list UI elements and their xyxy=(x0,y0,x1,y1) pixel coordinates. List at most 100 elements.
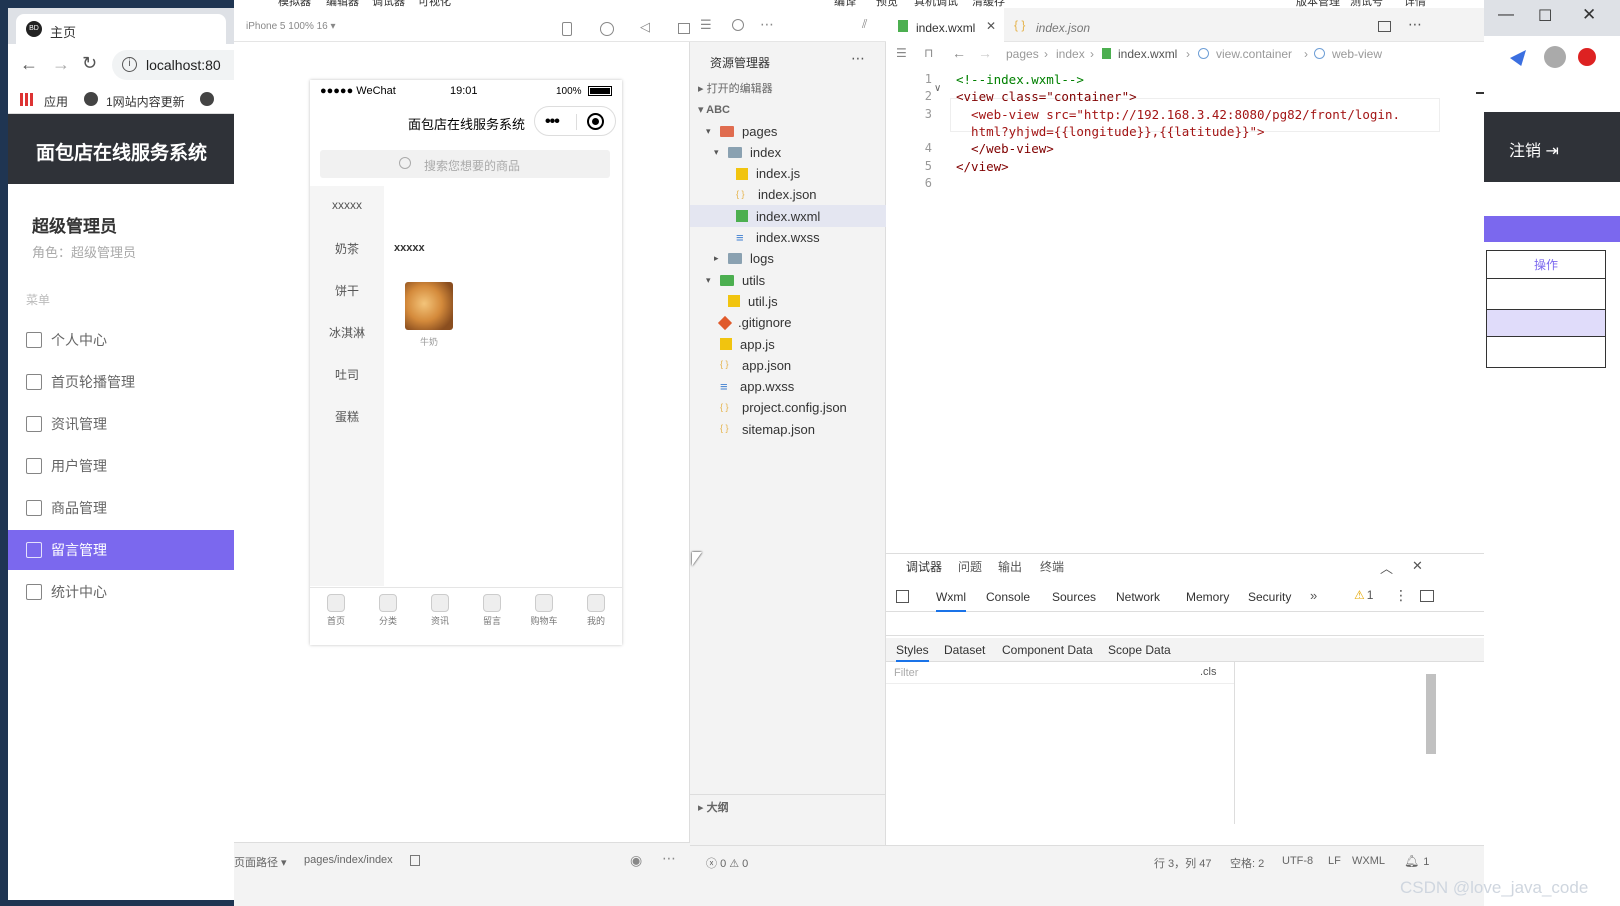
menu-debugger[interactable]: 调试器 xyxy=(372,0,405,8)
more-icon[interactable]: ⋯ xyxy=(662,850,676,867)
eol-setting[interactable]: LF xyxy=(1328,855,1341,867)
more-dots-icon[interactable]: ••• xyxy=(545,113,560,131)
file-tree-item[interactable]: util.js xyxy=(690,290,886,312)
file-tree-item[interactable]: { } sitemap.json xyxy=(690,418,886,440)
code-line[interactable]: <!--index.wxml--> xyxy=(956,72,1084,87)
tab-problems[interactable]: 问题 xyxy=(958,554,982,580)
kebab-icon[interactable]: ⋮ xyxy=(1394,587,1408,604)
tabbar-item[interactable]: 我的 xyxy=(570,588,622,632)
phone-icon[interactable] xyxy=(562,22,572,36)
code-line[interactable]: <view class="container"> xyxy=(956,89,1137,104)
nav-back-icon[interactable]: ← xyxy=(952,45,966,61)
info-icon[interactable]: i xyxy=(122,57,137,72)
menu-clear-cache[interactable]: 清缓存 xyxy=(972,0,1005,8)
sidebar-item[interactable]: 资讯管理 xyxy=(8,404,234,444)
sidebar-item[interactable]: 首页轮播管理 xyxy=(8,362,234,402)
close-icon[interactable]: ✕ xyxy=(1582,5,1596,25)
code-line[interactable]: </web-view> xyxy=(956,141,1054,156)
tree-arrow-icon[interactable]: ▸ xyxy=(714,253,724,264)
tree-arrow-icon[interactable]: ▾ xyxy=(714,147,724,158)
tree-arrow-icon[interactable]: ▾ xyxy=(706,275,716,286)
errors-indicator[interactable]: ⓧ 0 ⚠ 0 xyxy=(706,855,748,871)
back-icon[interactable]: ← xyxy=(20,54,38,75)
profile-avatar[interactable] xyxy=(1544,46,1566,68)
device-select[interactable]: iPhone 5 100% 16 ▾ xyxy=(246,21,336,32)
category-item[interactable]: 冰淇淋 xyxy=(310,324,384,341)
more-tabs-icon[interactable]: » xyxy=(1310,588,1317,603)
window-icon[interactable] xyxy=(678,23,690,34)
file-tree-item[interactable]: { } project.config.json xyxy=(690,397,886,419)
tabbar-item[interactable]: 分类 xyxy=(362,588,414,632)
notification-bell-icon[interactable]: 🔔︎ 1 xyxy=(1404,854,1429,868)
menu-simulator[interactable]: 模拟器 xyxy=(278,0,311,8)
crumb-webview[interactable]: web-view xyxy=(1332,47,1382,61)
tabbar-item[interactable]: 留言 xyxy=(466,588,518,632)
category-item[interactable]: xxxxx xyxy=(310,198,384,212)
open-editors-header[interactable]: ▸ 打开的编辑器 xyxy=(698,80,773,96)
eye-icon[interactable]: ◉ xyxy=(630,852,642,869)
fold-icon[interactable]: ∨ xyxy=(934,83,941,94)
file-tree-item[interactable]: ▾ index xyxy=(690,141,886,163)
capsule-close-icon[interactable] xyxy=(587,113,604,130)
record-icon[interactable] xyxy=(600,22,614,36)
menu-preview[interactable]: 预览 xyxy=(876,0,898,8)
file-tree-item[interactable]: .gitignore xyxy=(690,312,886,334)
devtools-tab[interactable]: Memory xyxy=(1186,590,1229,604)
browser-tab[interactable]: BD 主页 xyxy=(16,14,226,44)
file-tree-item[interactable]: index.wxml xyxy=(690,205,886,228)
file-tree-item[interactable]: ▸ logs xyxy=(690,248,886,270)
menu-editor[interactable]: 编辑器 xyxy=(326,0,359,8)
close-panel-icon[interactable]: ✕ xyxy=(1412,558,1423,574)
copy-icon[interactable] xyxy=(410,855,420,866)
menu-visual[interactable]: 可视化 xyxy=(418,0,451,8)
styles-subtab[interactable]: Scope Data xyxy=(1108,643,1171,657)
search-icon[interactable] xyxy=(732,19,744,31)
styles-subtab[interactable]: Styles xyxy=(896,643,929,662)
tabbar-item[interactable]: 购物车 xyxy=(518,588,570,632)
cls-button[interactable]: .cls xyxy=(1200,666,1217,678)
crumb-pages[interactable]: pages xyxy=(1006,47,1039,61)
file-tree-item[interactable]: ≡ app.wxss xyxy=(690,376,886,398)
bookmark-site[interactable]: 1网站内容更新 xyxy=(106,93,185,110)
minimize-icon[interactable]: — xyxy=(1498,6,1514,24)
page-path-select[interactable]: 页面路径 ▾ xyxy=(234,854,287,870)
more-icon[interactable]: ⋯ xyxy=(760,16,774,33)
sidebar-item[interactable]: 用户管理 xyxy=(8,446,234,486)
encoding-setting[interactable]: UTF-8 xyxy=(1282,855,1313,867)
filter-input[interactable]: Filter .cls xyxy=(886,662,1234,684)
indent-setting[interactable]: 空格: 2 xyxy=(1230,855,1264,871)
editor-more-icon[interactable]: ⋯ xyxy=(1408,16,1422,33)
explorer-more-icon[interactable]: ⋯ xyxy=(851,50,865,67)
language-setting[interactable]: WXML xyxy=(1352,855,1385,867)
sidebar-item[interactable]: 统计中心 xyxy=(8,572,234,612)
styles-subtab[interactable]: Dataset xyxy=(944,643,985,657)
code-line[interactable]: </view> xyxy=(956,159,1009,174)
extension-icon[interactable] xyxy=(1510,50,1526,66)
product-image[interactable] xyxy=(405,282,453,330)
code-line[interactable]: html?yhjwd={{longitude}},{{latitude}}"> xyxy=(956,124,1265,139)
devtools-tab[interactable]: Network xyxy=(1116,590,1160,604)
search-bar[interactable]: 搜索您想要的商品 xyxy=(320,150,610,178)
collapse-icon[interactable]: ︿ xyxy=(1380,558,1393,577)
category-item[interactable]: 蛋糕 xyxy=(310,408,384,425)
devtools-tab[interactable]: Wxml xyxy=(936,590,966,612)
styles-scrollbar[interactable] xyxy=(1426,674,1436,754)
cursor-position[interactable]: 行 3，列 47 xyxy=(1154,855,1211,871)
styles-subtab[interactable]: Component Data xyxy=(1002,643,1093,657)
file-tree-item[interactable]: ▾ utils xyxy=(690,269,886,291)
menu-compile[interactable]: 编译 xyxy=(834,0,856,8)
project-header[interactable]: ▾ ABC xyxy=(698,103,730,116)
category-item[interactable]: 饼干 xyxy=(310,282,384,299)
crumb-index[interactable]: index xyxy=(1056,47,1085,61)
apps-grid-icon[interactable] xyxy=(20,93,33,106)
forward-icon[interactable]: → xyxy=(52,54,70,75)
file-tree-item[interactable]: ≡ index.wxss xyxy=(690,227,886,249)
menu-details[interactable]: 详情 xyxy=(1404,0,1426,8)
tab-close-icon[interactable]: ✕ xyxy=(986,19,996,33)
maximize-icon[interactable]: ☐ xyxy=(1538,6,1552,26)
code-line[interactable]: <web-view src="http://192.168.3.42:8080/… xyxy=(956,107,1400,122)
bookmark-apps[interactable]: 应用 xyxy=(44,93,68,110)
capsule-button[interactable]: ••• xyxy=(534,106,616,136)
menu-stop-icon[interactable] xyxy=(1578,48,1596,66)
menu-test-id[interactable]: 测试号 xyxy=(1350,0,1383,8)
